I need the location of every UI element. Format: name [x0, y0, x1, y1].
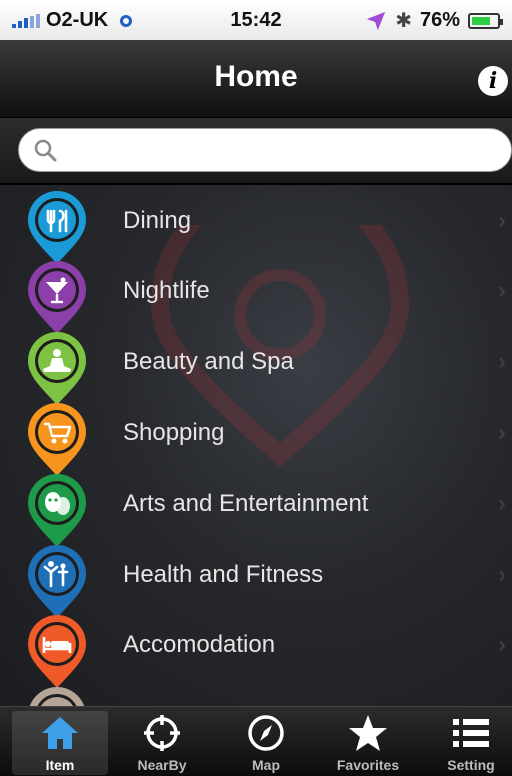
chevron-right-icon: ›	[498, 631, 506, 658]
tab-nearby[interactable]: NearBy	[114, 711, 210, 775]
chevron-right-icon: ›	[498, 207, 506, 234]
tab-label: Setting	[447, 757, 495, 773]
tab-setting[interactable]: Setting	[423, 711, 512, 775]
tab-bar: Item NearBy Map Favorites Setting	[0, 706, 512, 776]
list-item-label: Shopping	[123, 419, 225, 446]
list-item-label: Nightlife	[123, 277, 210, 304]
tab-label: Favorites	[336, 757, 400, 773]
battery-icon	[468, 12, 503, 29]
page-title: Home	[214, 60, 298, 93]
list-item-label: Beauty and Spa	[123, 348, 294, 375]
list-icon	[453, 719, 489, 747]
carrier-name: O2-UK	[46, 9, 109, 31]
category-list: Dining › Nightlife › Beauty and Spa › Shopping…	[0, 185, 512, 707]
signal-icon	[12, 13, 40, 28]
navigation-bar: Home i	[0, 40, 512, 118]
info-icon[interactable]: i	[478, 66, 508, 96]
tab-item[interactable]: Item	[12, 711, 108, 775]
list-item-label: Arts and Entertainment	[123, 490, 369, 517]
tab-label: Item	[45, 757, 75, 773]
tab-favorites[interactable]: Favorites	[320, 711, 416, 775]
search-icon	[34, 139, 57, 162]
carrier-group: O2-UK	[12, 9, 133, 32]
tab-label: Map	[252, 757, 280, 773]
list-item-label: Dining	[123, 207, 192, 234]
search-input[interactable]	[67, 135, 497, 167]
chevron-right-icon: ›	[498, 561, 506, 588]
star-icon	[349, 715, 387, 751]
bed-icon	[28, 615, 86, 688]
chevron-right-icon: ›	[498, 277, 506, 304]
chevron-right-icon: ›	[498, 348, 506, 375]
list-item[interactable]: Dining ›	[0, 185, 512, 264]
status-bar: O2-UK 15:42 ✱ 76%	[0, 0, 512, 40]
tab-label: NearBy	[137, 757, 187, 773]
battery-percent: 76%	[419, 9, 460, 31]
status-right: ✱ 76%	[365, 8, 503, 33]
list-item[interactable]: Nightlife ›	[0, 255, 512, 334]
partial-pin-icon	[29, 687, 85, 707]
list-item[interactable]: Accomodation ›	[0, 609, 512, 688]
chevron-right-icon: ›	[498, 490, 506, 517]
list-item-label: Health and Fitness	[123, 561, 324, 588]
search-bar	[0, 118, 512, 184]
bluetooth-icon: ✱	[395, 10, 412, 32]
list-item[interactable]: Shopping ›	[0, 397, 512, 476]
battery-fill	[472, 16, 491, 25]
compass-icon	[248, 715, 284, 751]
crosshair-icon	[144, 715, 180, 751]
list-item[interactable]: Beauty and Spa ›	[0, 326, 512, 405]
tab-map[interactable]: Map	[218, 711, 314, 775]
wifi-icon	[120, 14, 133, 27]
list-item[interactable]	[0, 681, 512, 707]
chevron-right-icon: ›	[498, 419, 506, 446]
home-icon	[42, 717, 78, 749]
list-item[interactable]: Arts and Entertainment ›	[0, 468, 512, 547]
list-item[interactable]: Health and Fitness ›	[0, 539, 512, 618]
list-item-label: Accomodation	[123, 631, 276, 658]
search-field[interactable]	[18, 128, 512, 172]
location-arrow-icon	[367, 11, 386, 30]
